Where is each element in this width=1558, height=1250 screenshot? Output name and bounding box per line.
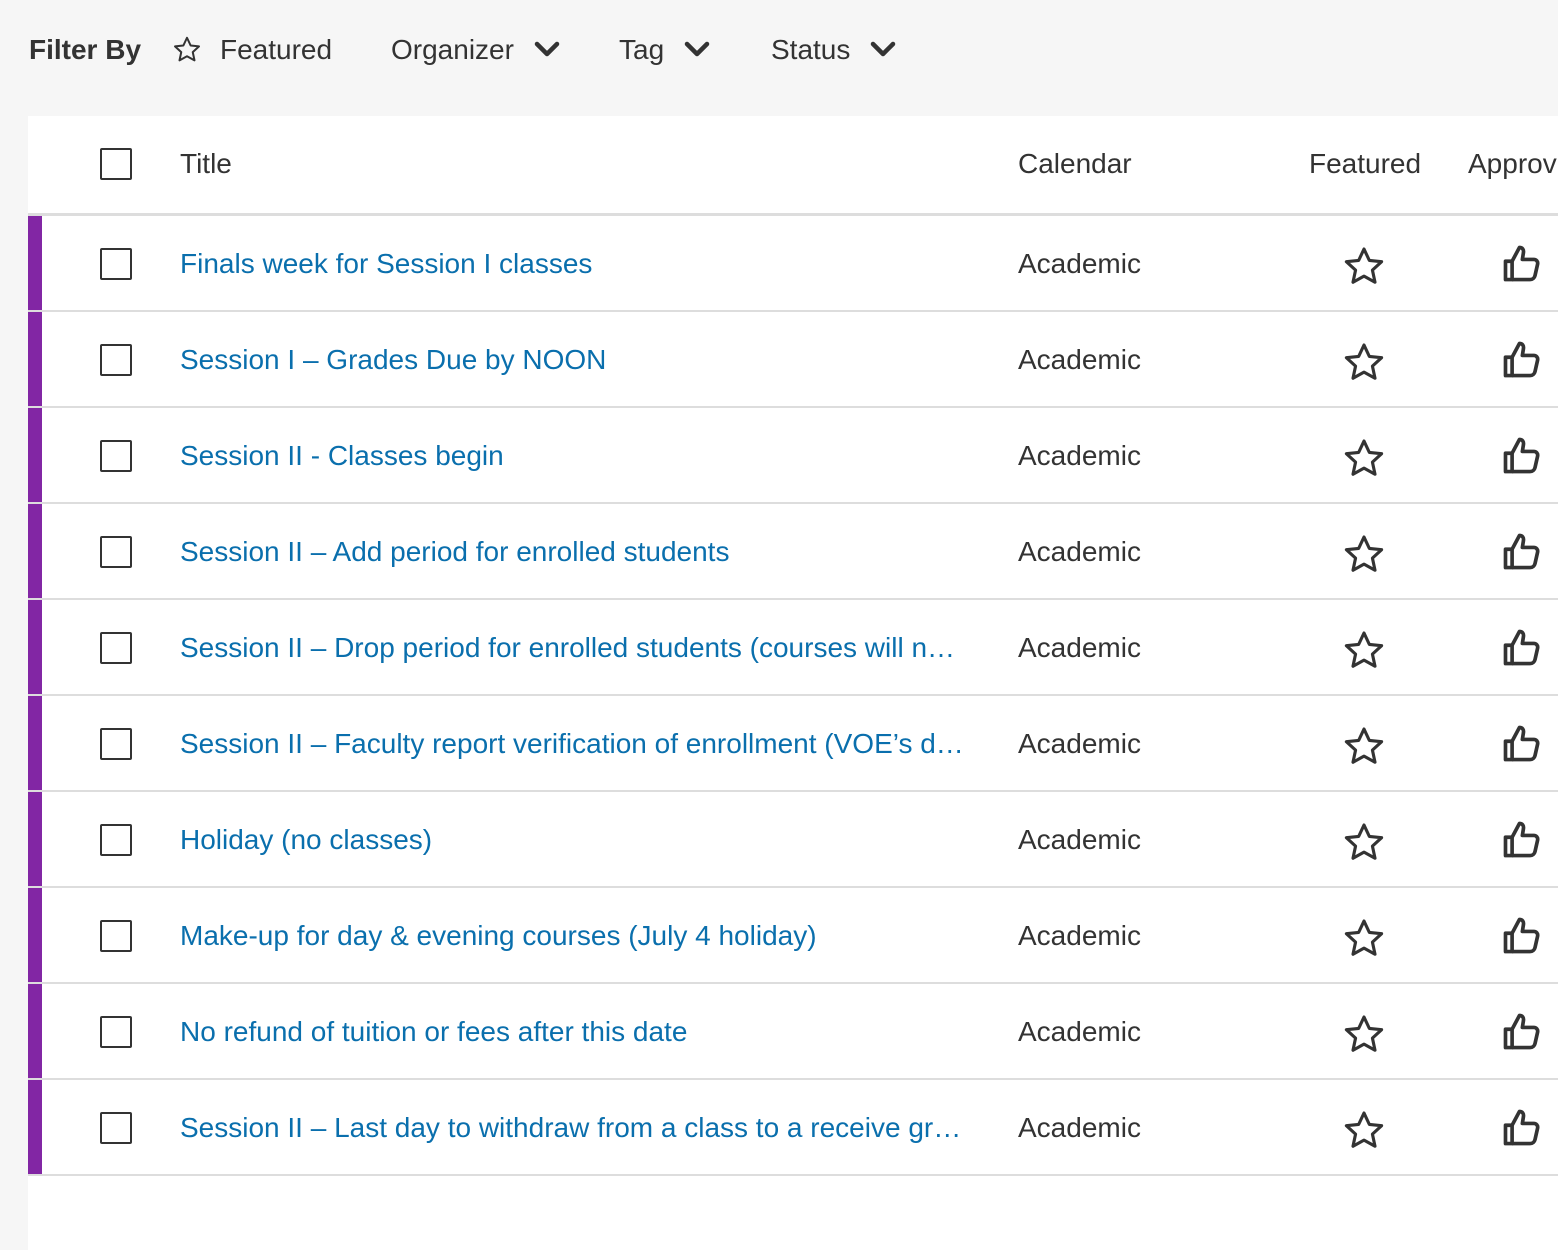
row-checkbox[interactable] [100, 1016, 132, 1048]
column-header-approve[interactable]: Approv [1468, 147, 1557, 181]
select-all-checkbox[interactable] [100, 148, 132, 180]
thumbs-up-icon[interactable] [1500, 1009, 1544, 1055]
star-icon [174, 36, 200, 62]
thumbs-up-icon[interactable] [1500, 337, 1544, 383]
row-checkbox[interactable] [100, 344, 132, 376]
table-row: Make-up for day & evening courses (July … [28, 888, 1558, 984]
table-row: Session II – Faculty report verification… [28, 696, 1558, 792]
thumbs-up-icon[interactable] [1500, 529, 1544, 575]
filter-status-label: Status [771, 34, 851, 65]
thumbs-up-icon[interactable] [1500, 1105, 1544, 1151]
filter-organizer-label: Organizer [391, 34, 514, 65]
table-row: Session II – Drop period for enrolled st… [28, 600, 1558, 696]
event-title-link[interactable]: Session II – Drop period for enrolled st… [180, 631, 970, 665]
thumbs-up-icon[interactable] [1500, 433, 1544, 479]
filter-organizer-dropdown[interactable]: Organizer [391, 33, 560, 67]
event-calendar: Academic [1018, 632, 1141, 663]
event-calendar: Academic [1018, 728, 1141, 759]
table-row: Session II – Add period for enrolled stu… [28, 504, 1558, 600]
event-calendar: Academic [1018, 920, 1141, 951]
event-calendar: Academic [1018, 248, 1141, 279]
star-icon[interactable] [1342, 917, 1386, 961]
row-checkbox[interactable] [100, 632, 132, 664]
event-title-link[interactable]: Session II – Add period for enrolled stu… [180, 535, 970, 569]
event-calendar: Academic [1018, 1112, 1141, 1143]
table-row: Finals week for Session I classes Academ… [28, 216, 1558, 312]
filter-tag-dropdown[interactable]: Tag [619, 33, 710, 67]
column-header-title[interactable]: Title [180, 147, 232, 181]
column-header-featured[interactable]: Featured [1309, 147, 1421, 181]
row-checkbox[interactable] [100, 920, 132, 952]
table-body: Finals week for Session I classes Academ… [28, 216, 1558, 1176]
filter-tag-label: Tag [619, 34, 665, 65]
row-checkbox[interactable] [100, 536, 132, 568]
chevron-down-icon [871, 41, 896, 57]
event-calendar: Academic [1018, 1016, 1141, 1047]
star-icon[interactable] [1342, 245, 1386, 289]
thumbs-up-icon[interactable] [1500, 913, 1544, 959]
star-icon[interactable] [1342, 821, 1386, 865]
star-icon[interactable] [1342, 1013, 1386, 1057]
table-row: Holiday (no classes) Academic [28, 792, 1558, 888]
event-title-link[interactable]: Session II – Last day to withdraw from a… [180, 1111, 970, 1145]
filter-bar: Filter By Featured Organizer Tag Status [0, 0, 1558, 100]
row-checkbox[interactable] [100, 728, 132, 760]
table-header: Title Calendar Featured Approv [28, 116, 1558, 216]
event-calendar: Academic [1018, 344, 1141, 375]
events-table: Title Calendar Featured Approv Finals we… [28, 116, 1558, 1250]
event-calendar: Academic [1018, 440, 1141, 471]
filter-featured-toggle[interactable]: Featured [172, 33, 332, 67]
event-title-link[interactable]: Session II – Faculty report verification… [180, 727, 970, 761]
event-title-link[interactable]: Finals week for Session I classes [180, 247, 970, 281]
filter-featured-label: Featured [220, 34, 333, 65]
star-icon[interactable] [1342, 437, 1386, 481]
row-checkbox[interactable] [100, 824, 132, 856]
event-calendar: Academic [1018, 824, 1141, 855]
column-header-calendar[interactable]: Calendar [1018, 147, 1132, 181]
chevron-down-icon [534, 41, 560, 57]
star-icon[interactable] [1342, 533, 1386, 577]
chevron-down-icon [684, 41, 710, 57]
event-calendar: Academic [1018, 536, 1141, 567]
table-row: Session II – Last day to withdraw from a… [28, 1080, 1558, 1176]
event-title-link[interactable]: Session I – Grades Due by NOON [180, 343, 970, 377]
star-icon[interactable] [1342, 1109, 1386, 1153]
row-checkbox[interactable] [100, 440, 132, 472]
star-icon[interactable] [1342, 629, 1386, 673]
event-title-link[interactable]: Session II - Classes begin [180, 439, 970, 473]
filter-status-dropdown[interactable]: Status [771, 33, 896, 67]
table-row: Session I – Grades Due by NOON Academic [28, 312, 1558, 408]
star-icon[interactable] [1342, 341, 1386, 385]
event-title-link[interactable]: Make-up for day & evening courses (July … [180, 919, 970, 953]
event-title-link[interactable]: No refund of tuition or fees after this … [180, 1015, 970, 1049]
filter-by-label: Filter By [29, 34, 142, 65]
row-checkbox[interactable] [100, 1112, 132, 1144]
thumbs-up-icon[interactable] [1500, 625, 1544, 671]
table-row: No refund of tuition or fees after this … [28, 984, 1558, 1080]
thumbs-up-icon[interactable] [1500, 241, 1544, 287]
thumbs-up-icon[interactable] [1500, 817, 1544, 863]
event-title-link[interactable]: Holiday (no classes) [180, 823, 970, 857]
row-checkbox[interactable] [100, 248, 132, 280]
thumbs-up-icon[interactable] [1500, 721, 1544, 767]
table-row: Session II - Classes begin Academic [28, 408, 1558, 504]
star-icon[interactable] [1342, 725, 1386, 769]
